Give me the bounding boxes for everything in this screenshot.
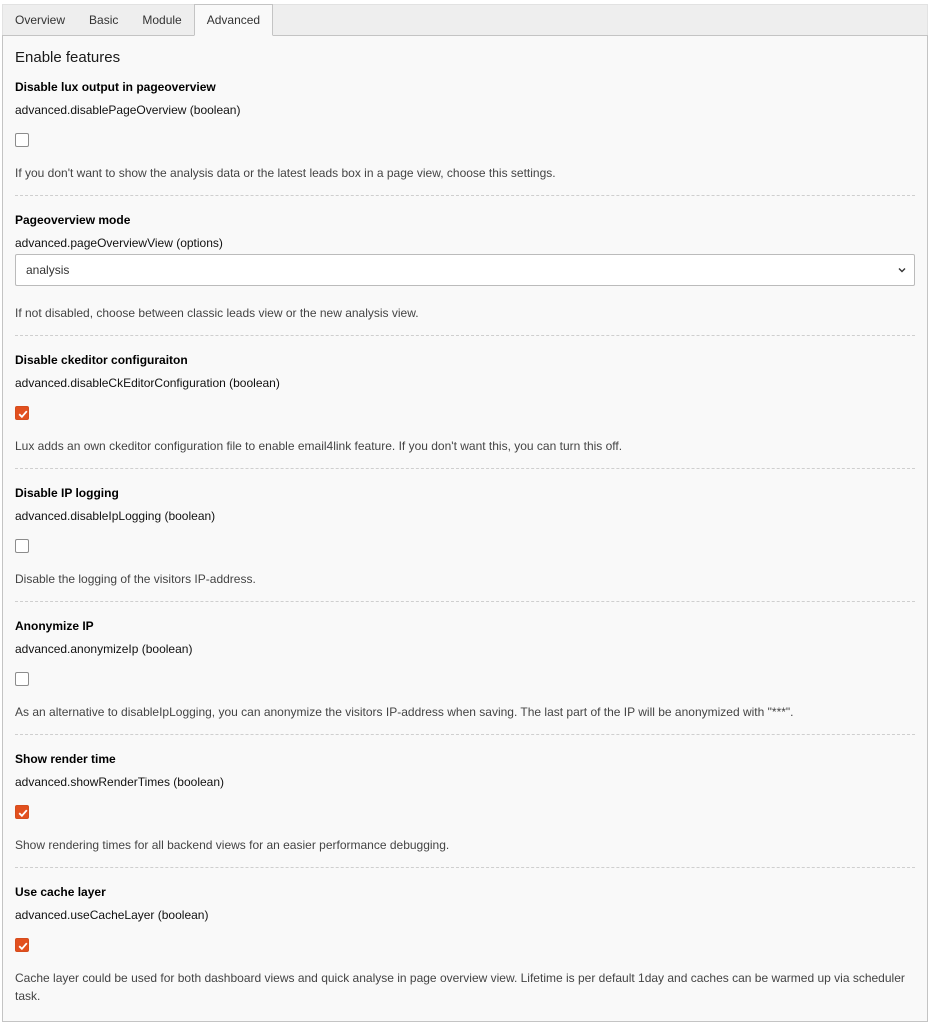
divider [15,734,915,735]
setting-title: Anonymize IP [15,619,94,633]
disable-page-overview-checkbox[interactable] [15,133,29,147]
setting-title: Disable lux output in pageoverview [15,80,216,94]
checkmark-icon [18,942,28,951]
chevron-down-icon [898,268,906,273]
setting-description: If not disabled, choose between classic … [15,306,419,320]
setting-key: advanced.disableIpLogging (boolean) [15,509,216,523]
checkmark-icon [18,809,28,818]
disable-ckeditor-configuration-checkbox[interactable] [15,406,29,420]
setting-description: As an alternative to disableIpLogging, y… [15,705,794,719]
setting-key: advanced.disableCkEditorConfiguration (b… [15,376,280,390]
setting-title: Show render time [15,752,116,766]
settings-panel: Enable features Disable lux output in pa… [2,35,928,1022]
setting-key: advanced.anonymizeIp (boolean) [15,642,193,656]
setting-description: Disable the logging of the visitors IP-a… [15,572,256,586]
setting-title: Disable IP logging [15,486,119,500]
divider [15,867,915,868]
setting-description: If you don't want to show the analysis d… [15,166,556,180]
setting-description: Cache layer could be used for both dashb… [15,971,905,1003]
divider [15,195,915,196]
use-cache-layer-checkbox[interactable] [15,938,29,952]
setting-title: Disable ckeditor configuraiton [15,353,188,367]
tab-basic[interactable]: Basic [77,5,130,37]
tab-module[interactable]: Module [130,5,193,37]
select-value: analysis [26,263,70,277]
show-render-times-checkbox[interactable] [15,805,29,819]
setting-key: advanced.pageOverviewView (options) [15,236,223,250]
divider [15,335,915,336]
tab-overview[interactable]: Overview [3,5,77,37]
setting-key: advanced.useCacheLayer (boolean) [15,908,209,922]
setting-key: advanced.disablePageOverview (boolean) [15,103,241,117]
setting-title: Pageoverview mode [15,213,131,227]
tab-advanced[interactable]: Advanced [193,4,274,36]
page-overview-mode-select[interactable]: analysis [15,254,915,286]
tab-bar: Overview Basic Module Advanced [2,4,928,36]
setting-key: advanced.showRenderTimes (boolean) [15,775,225,789]
disable-ip-logging-checkbox[interactable] [15,539,29,553]
panel-title: Enable features [15,49,121,66]
divider [15,468,915,469]
anonymize-ip-checkbox[interactable] [15,672,29,686]
checkmark-icon [18,410,28,419]
divider [15,601,915,602]
setting-description: Show rendering times for all backend vie… [15,838,450,852]
setting-title: Use cache layer [15,885,106,899]
setting-description: Lux adds an own ckeditor configuration f… [15,439,623,453]
